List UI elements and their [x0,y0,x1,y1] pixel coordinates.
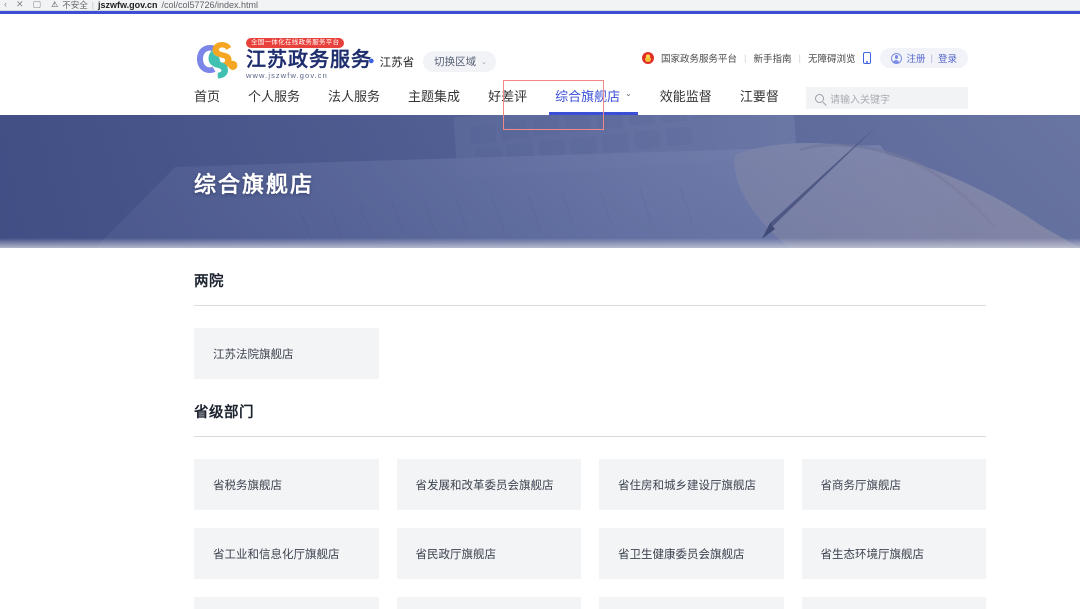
store-card[interactable]: 省商务厅旗舰店 [802,459,987,510]
store-card[interactable]: 省自然资源厅旗舰店 [802,597,987,609]
address-bar[interactable]: ⚠ 不安全 | jszwfw.gov.cn /col/col57726/inde… [51,0,1080,10]
store-card[interactable]: 省工业和信息化厅旗舰店 [194,528,379,579]
nav-item-label: 个人服务 [248,86,300,105]
section-divider [194,436,986,437]
section-divider [194,305,986,306]
nav-item-6[interactable]: 效能监督 [646,82,726,115]
url-path: /col/col57726/index.html [161,0,258,10]
search-icon [815,94,824,103]
store-card[interactable]: 省生态环境厅旗舰店 [802,528,987,579]
main-navigation: 首页 个人服务 法人服务 主题集成 好差评 综合旗舰店 ⌄ 效能监督 江要督 [194,82,793,115]
switch-region-button[interactable]: 切换区域 ⌄ [423,51,496,72]
store-card-label: 省发展和改革委员会旗舰店 [416,477,554,493]
switch-region-label: 切换区域 [434,54,476,69]
store-card-grid: 江苏法院旗舰店 [194,328,986,379]
nav-item-0[interactable]: 首页 [194,82,234,115]
utility-divider-2: | [799,53,801,64]
store-card[interactable]: 省发展和改革委员会旗舰店 [397,459,582,510]
utility-bar: 国家政务服务平台 | 新手指南 | 无障碍浏览 注册 | 登录 [642,48,968,68]
nav-item-2[interactable]: 法人服务 [314,82,394,115]
nav-item-label: 综合旗舰店 [555,86,620,105]
hero-bottom-fade [0,238,1080,248]
logo-badge: 全国一体化在线政务服务平台 [246,38,344,48]
nav-item-label: 首页 [194,86,220,105]
nav-item-5[interactable]: 综合旗舰店 ⌄ [541,82,646,115]
nav-item-label: 法人服务 [328,86,380,105]
mobile-phone-icon[interactable] [863,52,871,64]
nav-item-label: 江要督 [740,86,779,105]
section-1: 省级部门省税务旗舰店 省发展和改革委员会旗舰店 省住房和城乡建设厅旗舰店 省商务厅旗舰… [0,379,1080,609]
jsc-logo-icon [194,39,238,79]
chevron-down-icon: ⌄ [481,58,487,66]
store-card[interactable]: 省人力资源和社会保障厅旗舰店 [397,597,582,609]
section-header: 省级部门 [194,379,986,436]
store-card[interactable]: 省公安厅旗舰店 [599,597,784,609]
store-card[interactable]: 省卫生健康委员会旗舰店 [599,528,784,579]
store-card-label: 江苏法院旗舰店 [213,346,294,362]
login-link[interactable]: 登录 [938,51,957,65]
beginner-guide-link[interactable]: 新手指南 [754,51,792,65]
browser-chrome: ‹ ✕ ▢ ⚠ 不安全 | jszwfw.gov.cn /col/col5772… [0,0,1080,11]
register-link[interactable]: 注册 [907,51,926,65]
hero-banner: 综合旗舰店 [0,115,1080,248]
user-avatar-icon [891,53,902,64]
nav-item-1[interactable]: 个人服务 [234,82,314,115]
browser-nav-buttons: ‹ ✕ ▢ [0,0,41,10]
store-card[interactable]: 省科学技术厅旗舰店 [194,597,379,609]
store-card-label: 省住房和城乡建设厅旗舰店 [618,477,756,493]
store-card-label: 省工业和信息化厅旗舰店 [213,546,340,562]
store-card-label: 省民政厅旗舰店 [416,546,497,562]
section-title: 省级部门 [194,401,986,436]
store-card[interactable]: 省住房和城乡建设厅旗舰店 [599,459,784,510]
page-title: 综合旗舰店 [194,167,314,199]
logo-url: www.jszwfw.gov.cn [246,72,372,80]
security-status-label: 不安全 [62,0,88,10]
national-emblem-icon [642,52,654,64]
nav-item-label: 效能监督 [660,86,712,105]
store-card[interactable]: 省民政厅旗舰店 [397,528,582,579]
store-card[interactable]: 省税务旗舰店 [194,459,379,510]
utility-divider-1: | [744,53,746,64]
region-selector[interactable]: ● 江苏省 切换区域 ⌄ [368,51,496,72]
store-card-label: 省生态环境厅旗舰店 [821,546,925,562]
main-content: 两院江苏法院旗舰店省级部门省税务旗舰店 省发展和改革委员会旗舰店 省住房和城乡建设厅… [0,248,1080,609]
nav-item-4[interactable]: 好差评 [474,82,541,115]
close-icon[interactable]: ✕ [16,0,24,10]
chevron-down-icon: ⌄ [625,89,632,98]
section-header: 两院 [194,248,986,305]
store-card-grid: 省税务旗舰店 省发展和改革委员会旗舰店 省住房和城乡建设厅旗舰店 省商务厅旗舰店省工业… [194,459,986,609]
section-0: 两院江苏法院旗舰店 [0,248,1080,379]
logo-title: 江苏政务服务 [246,49,372,71]
national-platform-link[interactable]: 国家政务服务平台 [661,51,737,65]
nav-item-3[interactable]: 主题集成 [394,82,474,115]
hero-overlay [0,115,1080,248]
search-box[interactable]: 请输入关键字 [806,87,968,109]
tab-icon[interactable]: ▢ [33,0,42,10]
auth-pill[interactable]: 注册 | 登录 [880,48,969,68]
section-title: 两院 [194,270,986,305]
location-pin-icon: ● [368,56,375,67]
url-domain: jszwfw.gov.cn [98,0,158,10]
not-secure-icon: ⚠ [51,0,58,10]
omnibox-divider: | [92,0,94,10]
region-name: 江苏省 [380,54,415,70]
store-card[interactable]: 江苏法院旗舰店 [194,328,379,379]
accessibility-link[interactable]: 无障碍浏览 [808,51,856,65]
search-input[interactable]: 请输入关键字 [830,91,890,106]
site-header: 全国一体化在线政务服务平台 江苏政务服务 www.jszwfw.gov.cn ●… [0,14,1080,115]
store-card-label: 省商务厅旗舰店 [821,477,902,493]
nav-item-label: 主题集成 [408,86,460,105]
nav-item-7[interactable]: 江要督 [726,82,793,115]
back-icon[interactable]: ‹ [4,0,7,10]
site-logo[interactable]: 全国一体化在线政务服务平台 江苏政务服务 www.jszwfw.gov.cn [194,38,372,79]
store-card-label: 省卫生健康委员会旗舰店 [618,546,745,562]
auth-divider: | [931,53,933,64]
nav-item-label: 好差评 [488,86,527,105]
store-card-label: 省税务旗舰店 [213,477,282,493]
